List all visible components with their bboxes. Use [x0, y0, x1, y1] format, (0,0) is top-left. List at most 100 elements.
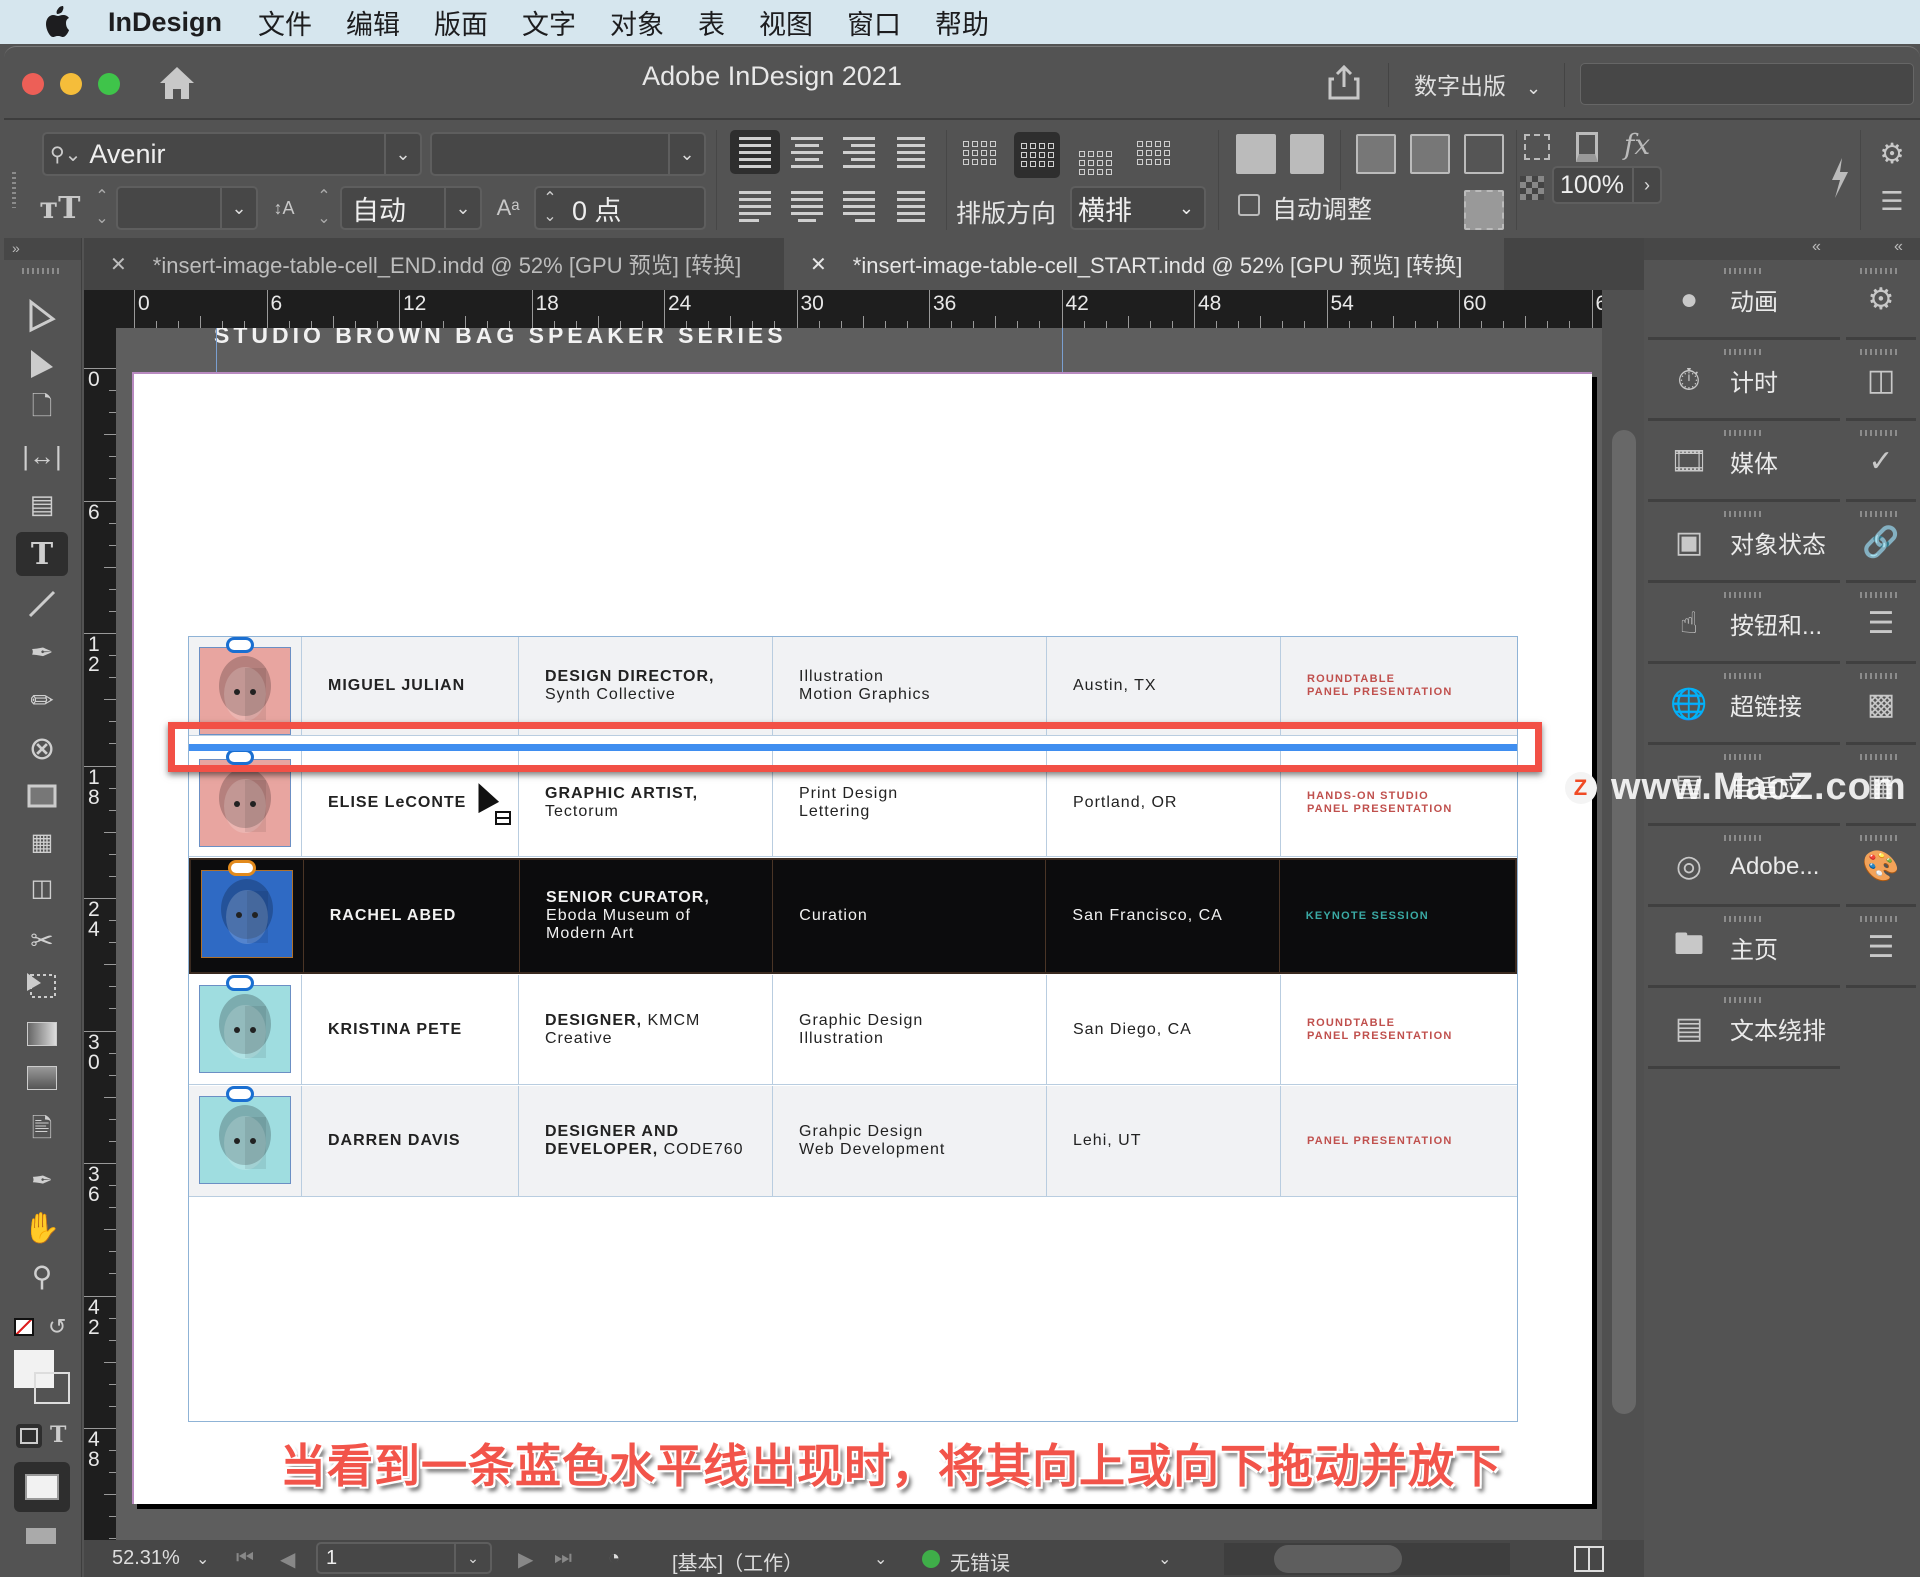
direct-selection-tool-icon[interactable] [16, 342, 68, 386]
panel-text-wrap[interactable]: ▤ 文本绕排 [1648, 991, 1840, 1069]
align-towards-spine-button[interactable] [886, 130, 936, 174]
rectangle-frame-tool-icon[interactable]: ⊗ [16, 726, 68, 770]
justify-right-button[interactable] [834, 184, 884, 228]
font-style-field[interactable]: ⌄ [430, 132, 706, 176]
baseline-shift-stepper[interactable]: ⌃ ⌄ [536, 190, 564, 226]
menu-window[interactable]: 窗口 [847, 3, 901, 42]
workspace-switcher[interactable]: 数字出版 ⌄ [1414, 67, 1541, 101]
panel-button-menu[interactable]: ☰ [1846, 910, 1916, 988]
fit-content-to-frame-button[interactable] [1290, 134, 1324, 174]
chevron-down-icon[interactable]: ⌄ [874, 1549, 887, 1569]
chevron-down-icon[interactable]: ⌄ [668, 134, 704, 174]
gear-icon[interactable]: ⚙ [1872, 138, 1912, 169]
drop-shadow-icon[interactable] [1576, 132, 1598, 162]
center-content-button[interactable] [1464, 134, 1504, 174]
chevron-down-icon[interactable]: ⌄ [1158, 1549, 1171, 1569]
zoom-tool-icon[interactable]: ⚲ [16, 1254, 68, 1298]
expand-panel-icon[interactable]: » [4, 238, 81, 260]
menu-table[interactable]: 表 [698, 3, 725, 42]
search-input[interactable] [1580, 63, 1914, 105]
last-page-icon[interactable]: ⏭ [554, 1547, 572, 1570]
chevron-down-icon[interactable]: ⌄ [196, 1549, 209, 1569]
baseline-shift-field[interactable]: ⌃ ⌄ 0 点 [534, 186, 706, 230]
panel-adobe-color[interactable]: ◎ Adobe... [1648, 829, 1840, 907]
leading-field[interactable]: 自动 ⌄ [340, 186, 482, 230]
share-icon[interactable] [1326, 63, 1362, 101]
align-right-button[interactable] [834, 130, 884, 174]
default-fill-stroke-icon[interactable] [14, 1318, 34, 1336]
chevron-down-icon[interactable]: ⌄ [444, 188, 480, 228]
first-page-icon[interactable]: ⏮ [236, 1547, 254, 1570]
auto-fit-checkbox[interactable] [1238, 194, 1260, 216]
chevron-down-icon[interactable]: ⌄ [384, 134, 420, 174]
stroke-icon[interactable] [1524, 134, 1550, 160]
panel-hyperlinks[interactable]: 🌐 超链接 [1648, 667, 1840, 745]
pencil-tool-icon[interactable]: ✏ [16, 678, 68, 722]
horizontal-scrollbar[interactable] [1224, 1543, 1510, 1575]
line-tool-icon[interactable] [16, 582, 68, 626]
scrollbar-thumb[interactable] [1612, 430, 1636, 1414]
font-size-field[interactable]: ⌄ [116, 186, 258, 230]
menu-type[interactable]: 文字 [522, 3, 576, 42]
panel-timer[interactable]: ⏱ 计时 [1648, 343, 1840, 421]
menu-app-name[interactable]: InDesign [108, 7, 222, 38]
chevron-down-icon[interactable]: ⌄ [220, 188, 256, 228]
panel-media[interactable]: 🎞 媒体 [1648, 424, 1840, 502]
preflight-profile[interactable]: [基本]（工作） [672, 1547, 803, 1576]
collapse-panels-icon[interactable]: « [1812, 238, 1821, 256]
note-tool-icon[interactable]: 🖹 [16, 1110, 68, 1154]
zoom-level[interactable]: 52.31% [112, 1547, 180, 1570]
page-number-field[interactable]: 1 ⌄ [316, 1542, 492, 1574]
justify-center-button[interactable] [782, 184, 832, 228]
open-document-page-icon[interactable]: ◔ [608, 1547, 620, 1570]
panel-pages[interactable]: 🖿 主页 [1648, 910, 1840, 988]
gap-tool-icon[interactable]: |↔| [16, 434, 68, 478]
cell-align-top-button[interactable] [956, 130, 1002, 176]
fill-frame-proportionally-button[interactable] [1356, 134, 1396, 174]
cell-align-bottom-button[interactable] [1072, 140, 1118, 186]
stroke-swatch[interactable] [34, 1372, 70, 1404]
panel-button-layers[interactable]: ☰ [1846, 586, 1916, 664]
panel-object-states[interactable]: ▣ 对象状态 [1648, 505, 1840, 583]
menu-edit[interactable]: 编辑 [346, 3, 400, 42]
menu-layout[interactable]: 版面 [434, 3, 488, 42]
font-family-field[interactable]: ⚲⌄ Avenir ⌄ [42, 132, 422, 176]
auto-fit-frame-icon[interactable] [1464, 190, 1504, 230]
text-direction-select[interactable]: 横排 ⌄ [1070, 186, 1206, 230]
apple-logo-icon[interactable] [42, 5, 72, 39]
next-page-icon[interactable]: ▶ [518, 1547, 533, 1572]
swap-fill-stroke-icon[interactable]: ↺ [48, 1314, 66, 1340]
formatting-container-icon[interactable] [16, 1424, 42, 1448]
justify-all-button[interactable] [886, 184, 936, 228]
panel-button-links[interactable]: 🔗 [1846, 505, 1916, 583]
chevron-down-icon[interactable]: ⌄ [454, 1544, 490, 1572]
split-window-icon[interactable] [1574, 1546, 1604, 1572]
panel-animation[interactable]: ● 动画 [1648, 262, 1840, 340]
eyedropper-tool-icon[interactable]: ✒ [16, 1158, 68, 1202]
vertical-scrollbar[interactable] [1602, 290, 1644, 1540]
chevron-right-icon[interactable]: › [1632, 168, 1660, 202]
gradient-swatch-tool-icon[interactable] [16, 1012, 68, 1056]
page-tool-icon[interactable]: 🗋 [16, 388, 68, 432]
panel-button-preflight[interactable]: ✓ [1846, 424, 1916, 502]
align-left-button[interactable] [730, 130, 780, 174]
cell-justify-vertical-button[interactable] [1130, 130, 1176, 176]
formatting-text-icon[interactable]: T [50, 1422, 66, 1448]
content-collector-icon[interactable]: ▤ [16, 482, 68, 526]
font-size-stepper[interactable]: ⌃ ⌄ [88, 186, 116, 230]
panel-button-properties[interactable]: ⚙ [1846, 262, 1916, 340]
panel-button-swatches[interactable]: 🎨 [1846, 829, 1916, 907]
type-tool-icon[interactable]: T [16, 532, 68, 576]
panel-button-align[interactable]: ◫ [1846, 343, 1916, 421]
fx-icon[interactable]: fx [1624, 128, 1650, 161]
preflight-status[interactable]: 无错误 [950, 1547, 1010, 1576]
cell-align-center-button[interactable] [1014, 132, 1060, 178]
menu-help[interactable]: 帮助 [935, 3, 989, 42]
menu-object[interactable]: 对象 [610, 3, 664, 42]
close-tab-icon[interactable]: ✕ [810, 252, 827, 277]
free-transform-tool-icon[interactable] [16, 964, 68, 1008]
rectangle-tool-icon[interactable] [16, 774, 68, 818]
previous-page-icon[interactable]: ◀ [280, 1547, 295, 1572]
hand-tool-icon[interactable]: ✋ [16, 1206, 68, 1250]
tab-end-document[interactable]: ✕ *insert-image-table-cell_END.indd @ 52… [84, 238, 778, 290]
